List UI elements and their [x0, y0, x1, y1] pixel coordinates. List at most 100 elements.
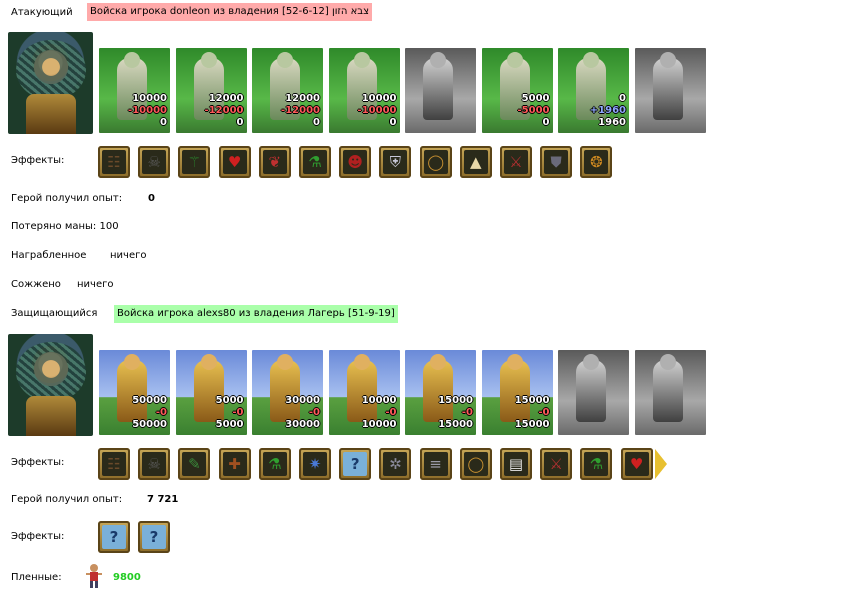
potion-icon: ⚗ — [262, 452, 287, 476]
defender-effect-heart-icon[interactable]: ♥ — [620, 448, 653, 480]
attacker-unit-6[interactable]: 5000 -5000 0 — [481, 48, 553, 133]
defender-effect-barrel-icon[interactable]: ≡ — [419, 448, 452, 480]
attacker-unit-4[interactable]: 10000 -10000 0 — [328, 48, 400, 133]
attacker-effect-coins-icon[interactable]: ❂ — [580, 146, 613, 178]
defender-effect-potion-icon[interactable]: ⚗ — [580, 448, 613, 480]
unit-count-mid: -0 — [461, 407, 473, 418]
paper-icon: ▤ — [504, 452, 528, 476]
defender-exp-value: 7 721 — [147, 494, 179, 505]
attacker-effect-totem-icon[interactable]: ☷ — [98, 146, 130, 178]
defender-effect-totem-icon[interactable]: ☷ — [98, 448, 130, 480]
unit-count-mid: -0 — [538, 407, 550, 418]
burned-value: ничего — [77, 279, 114, 290]
attacker-effect-sword-icon[interactable]: ⚔ — [500, 146, 532, 178]
attacker-effect-potion-icon[interactable]: ⚗ — [299, 146, 331, 178]
defender-unit-7[interactable] — [558, 350, 629, 435]
attacker-banner[interactable]: Войска игрока donleon из владения צבא הז… — [87, 3, 373, 21]
question-icon: ? — [142, 525, 166, 549]
attacker-unit-2[interactable]: 12000 -12000 0 — [175, 48, 247, 133]
loot-label: Награбленное — [11, 250, 87, 261]
scroll-right-arrow-icon[interactable] — [655, 449, 667, 479]
unit-count-top: 10000 — [361, 395, 397, 406]
unit-count-mid: +1960 — [589, 105, 626, 116]
attacker-effect-tent-icon[interactable]: ▲ — [459, 146, 492, 178]
totem-icon: ☷ — [102, 150, 126, 174]
burned-label: Сожжено — [11, 279, 61, 290]
defender-effect-sword-book-icon[interactable]: ✚ — [218, 448, 251, 480]
ring-icon: ◯ — [423, 150, 448, 174]
unit-count-mid: -0 — [155, 407, 167, 418]
unit-count-bot: 50000 — [132, 419, 167, 430]
defender-effect-ring-icon[interactable]: ◯ — [459, 448, 492, 480]
defender-effect-web-icon[interactable]: ✲ — [379, 448, 412, 480]
attacker-effect-shield-icon[interactable]: ⛊ — [540, 146, 573, 178]
unit-count-top: 0 — [619, 93, 626, 104]
defender-unit-4[interactable]: 10000 -0 10000 — [328, 350, 400, 435]
attacker-effect-staff-icon[interactable]: ⚚ — [178, 146, 211, 178]
attacker-unit-7[interactable]: 0 +1960 1960 — [558, 48, 629, 133]
attacker-effect-heart-icon[interactable]: ♥ — [218, 146, 251, 178]
shield-icon: ⛊ — [544, 150, 569, 174]
defender-unit-5[interactable]: 15000 -0 15000 — [405, 350, 476, 435]
loot-value: ничего — [110, 250, 147, 261]
coins-icon: ❂ — [584, 150, 609, 174]
attacker-unit-1[interactable]: 10000 -10000 0 — [99, 48, 170, 133]
tent-icon: ▲ — [463, 150, 488, 174]
unit-count-bot: 0 — [542, 117, 550, 128]
defender-effects2-label: Эффекты: — [11, 531, 65, 542]
attacker-hero-portrait[interactable] — [8, 32, 93, 134]
unit-count-mid: -0 — [232, 407, 244, 418]
attacker-effect-heart-ring-icon[interactable]: ❦ — [258, 146, 291, 178]
prisoners-label: Пленные: — [11, 572, 62, 583]
unit-count-top: 50000 — [132, 395, 167, 406]
defender-effect-spark-icon[interactable]: ✷ — [299, 448, 331, 480]
defender-effect-scroll-icon[interactable]: ✎ — [178, 448, 211, 480]
defender-unit-3[interactable]: 30000 -0 30000 — [252, 350, 323, 435]
attacker-effect-skull-icon[interactable]: ☠ — [138, 146, 171, 178]
question-icon: ? — [102, 525, 126, 549]
totem-icon: ☷ — [102, 452, 126, 476]
heart-icon: ♥ — [222, 150, 247, 174]
defender-unit-6[interactable]: 15000 -0 15000 — [481, 350, 553, 435]
skull-icon: ☠ — [142, 150, 167, 174]
staff-icon: ⚚ — [182, 150, 207, 174]
attacker-effect-mask-icon[interactable]: ☻ — [339, 146, 372, 178]
defender-effect2-question-icon[interactable]: ? — [138, 521, 170, 553]
attacker-unit-8[interactable] — [634, 48, 706, 133]
sword-icon: ⚔ — [504, 150, 528, 174]
attacker-unit-5[interactable] — [405, 48, 476, 133]
defender-effect2-question-icon[interactable]: ? — [98, 521, 130, 553]
unit-count-top: 10000 — [361, 93, 397, 104]
defender-unit-1[interactable]: 50000 -0 50000 — [99, 350, 170, 435]
defender-effect-sword-icon[interactable]: ⚔ — [540, 448, 573, 480]
unit-count-mid: -10000 — [128, 105, 167, 116]
attacker-effect-ring-icon[interactable]: ◯ — [419, 146, 452, 178]
unit-count-top: 12000 — [208, 93, 244, 104]
sword-book-icon: ✚ — [222, 452, 247, 476]
unit-count-bot: 0 — [313, 117, 320, 128]
defender-effect-question-icon[interactable]: ? — [339, 448, 372, 480]
defender-hero-portrait[interactable] — [8, 334, 93, 436]
unit-count-top: 10000 — [132, 93, 167, 104]
chest-armor-icon: ⛨ — [383, 150, 408, 174]
unit-count-bot: 5000 — [215, 419, 244, 430]
spark-icon: ✷ — [303, 452, 327, 476]
attacker-effect-chest-armor-icon[interactable]: ⛨ — [379, 146, 412, 178]
mana-lost-text: Потеряно маны: 100 — [11, 221, 119, 232]
attacker-exp-value: 0 — [148, 193, 155, 204]
defender-unit-8[interactable] — [634, 350, 706, 435]
web-icon: ✲ — [383, 452, 408, 476]
unit-count-mid: -5000 — [517, 105, 550, 116]
question-icon: ? — [343, 452, 368, 476]
defender-effect-skull-icon[interactable]: ☠ — [138, 448, 171, 480]
scroll-icon: ✎ — [182, 452, 207, 476]
attacker-unit-3[interactable]: 12000 -12000 0 — [252, 48, 323, 133]
unit-count-top: 5000 — [215, 395, 244, 406]
defender-banner[interactable]: Войска игрока alexs80 из владения Лагерь… — [114, 305, 398, 323]
defender-effect-paper-icon[interactable]: ▤ — [500, 448, 532, 480]
defender-effect-potion-icon[interactable]: ⚗ — [258, 448, 291, 480]
defender-unit-2[interactable]: 5000 -0 5000 — [175, 350, 247, 435]
unit-count-mid: -10000 — [357, 105, 397, 116]
potion-icon: ⚗ — [584, 452, 609, 476]
attacker-label: Атакующий — [11, 7, 73, 18]
